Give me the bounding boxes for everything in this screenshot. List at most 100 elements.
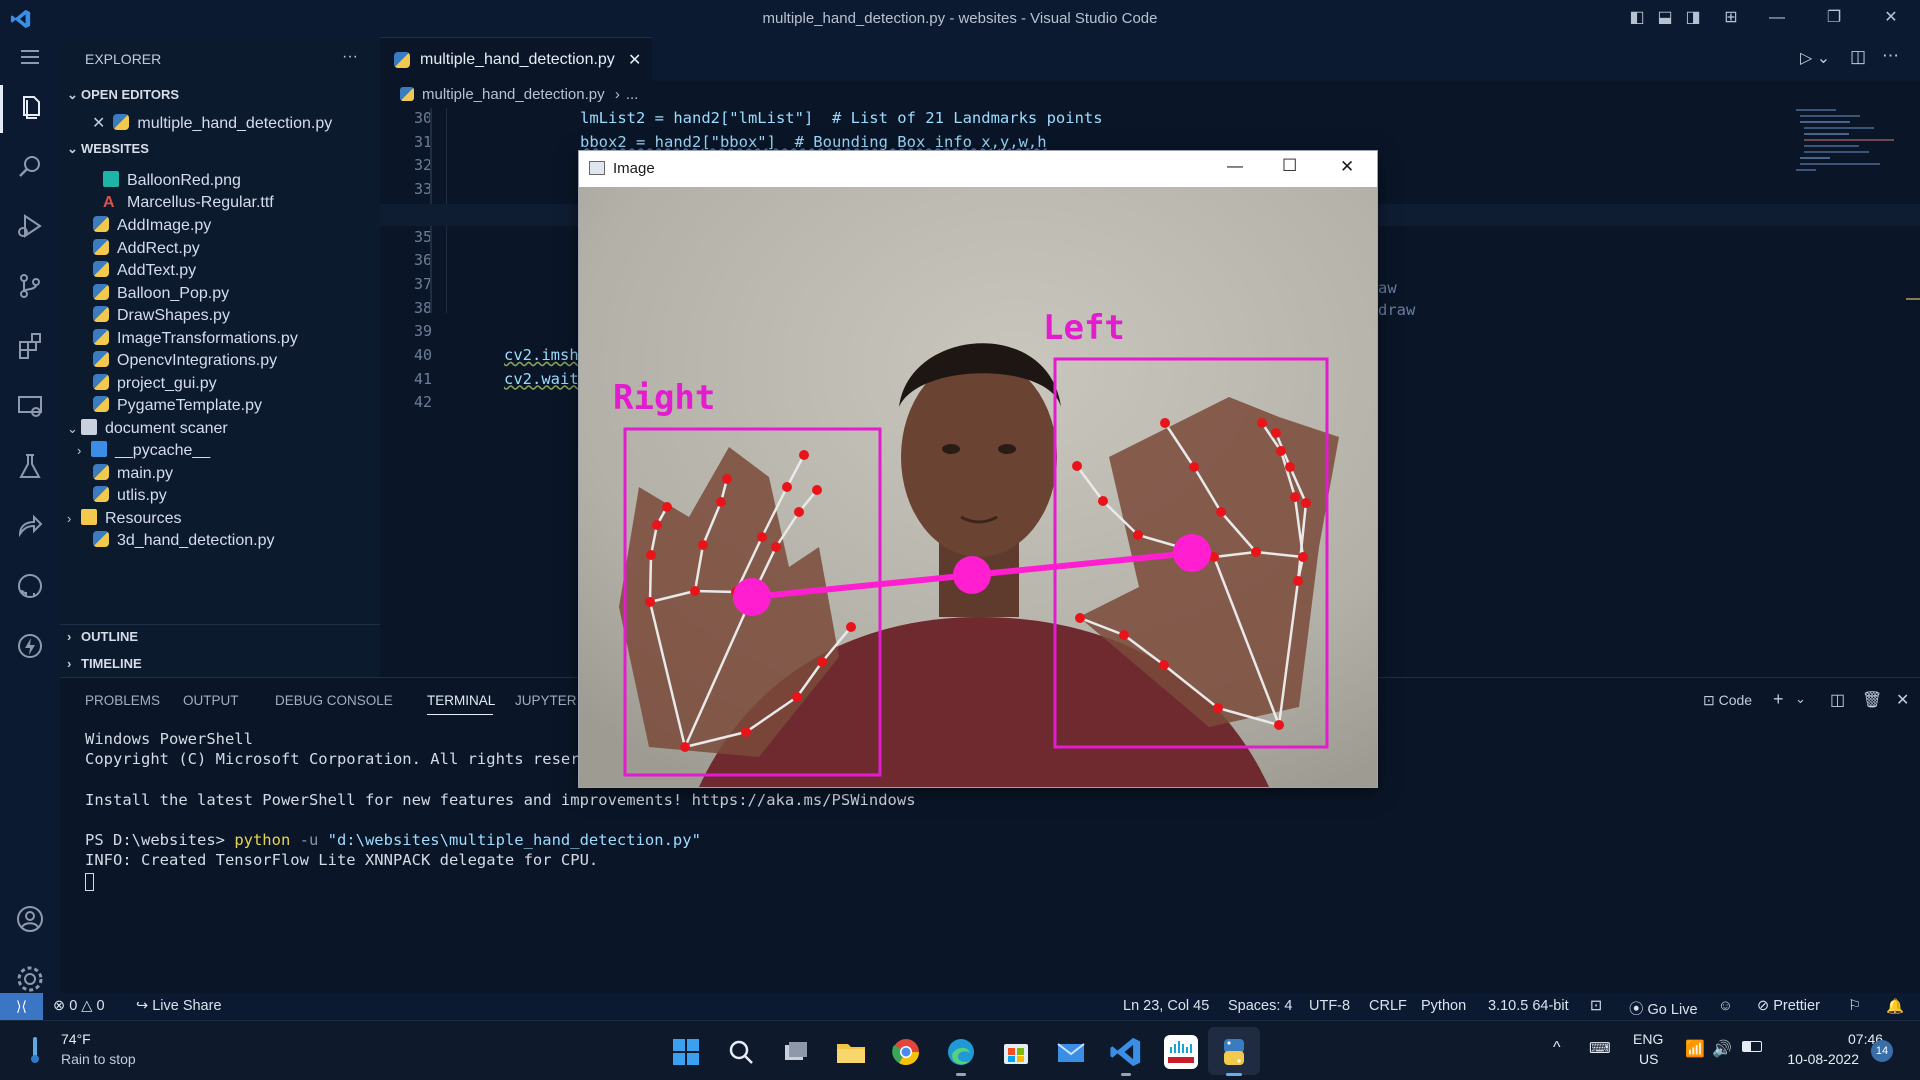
panel-tab[interactable]: DEBUG CONSOLE	[275, 693, 393, 708]
window-app-icon	[589, 161, 605, 175]
image-window[interactable]: Image — ☐ ✕ Right Left	[578, 150, 1378, 788]
right-hand-landmark	[698, 540, 708, 550]
new-terminal-icon[interactable]: +	[1773, 689, 1784, 710]
extensions-icon[interactable]	[14, 330, 46, 362]
accounts-icon[interactable]	[14, 903, 46, 935]
run-python-icon[interactable]: ▷ ⌄	[1800, 48, 1830, 68]
open-editor-item[interactable]: ✕ multiple_hand_detection.py	[92, 113, 332, 140]
source-control-icon[interactable]	[14, 270, 46, 302]
close-icon[interactable]: ✕	[92, 115, 105, 132]
notification-badge[interactable]: 14	[1871, 1040, 1893, 1062]
testing-icon[interactable]	[14, 450, 46, 482]
terminal-shell-selector[interactable]: ⊡ Code	[1703, 692, 1752, 709]
lightning-icon[interactable]	[14, 630, 46, 662]
edge-icon[interactable]	[944, 1035, 978, 1069]
code-line: cv2.imsh	[504, 346, 579, 364]
mail-icon[interactable]	[1054, 1035, 1088, 1069]
live-share-status[interactable]: ↪ Live Share	[136, 998, 222, 1014]
customize-layout-icon[interactable]: ⊞	[1722, 9, 1740, 27]
close-icon[interactable]: ✕	[1340, 157, 1354, 177]
minimize-icon[interactable]: —	[1227, 158, 1243, 176]
copilot-icon[interactable]: ☺	[1718, 998, 1733, 1014]
cursor-position[interactable]: Ln 23, Col 45	[1123, 998, 1209, 1014]
store-icon[interactable]	[999, 1035, 1033, 1069]
search-icon[interactable]	[724, 1035, 758, 1069]
language-mode[interactable]: Python	[1421, 998, 1466, 1014]
panel-tab[interactable]: OUTPUT	[183, 693, 239, 708]
panel-tab[interactable]: TERMINAL	[427, 693, 495, 708]
open-editors-section[interactable]: ⌄ OPEN EDITORS	[67, 87, 179, 103]
search-icon[interactable]	[14, 151, 46, 183]
toggle-sidebar-icon[interactable]: ◧	[1628, 9, 1646, 27]
remote-explorer-icon[interactable]	[14, 390, 46, 422]
tab-multiple-hand-detection[interactable]: multiple_hand_detection.py ✕	[380, 37, 652, 81]
chevron-up-icon[interactable]: ^	[1553, 1039, 1561, 1057]
menu-icon[interactable]	[14, 41, 46, 73]
panel-tab[interactable]: PROBLEMS	[85, 693, 160, 708]
toggle-panel-icon[interactable]: ⬓	[1656, 9, 1674, 27]
go-live-button[interactable]: ⦿ Go Live	[1629, 998, 1698, 1019]
file-explorer-icon[interactable]	[834, 1035, 868, 1069]
run-debug-icon[interactable]	[14, 210, 46, 242]
feedback-icon[interactable]: ⚐	[1848, 998, 1861, 1014]
language-bottom[interactable]: US	[1639, 1051, 1658, 1067]
breadcrumb[interactable]: multiple_hand_detection.py ›...	[400, 86, 638, 103]
chrome-icon[interactable]	[889, 1035, 923, 1069]
remote-indicator[interactable]: ⟩⟨	[0, 993, 43, 1020]
encoding[interactable]: UTF-8	[1309, 998, 1350, 1014]
label-left-hand: Left	[1043, 308, 1125, 348]
maximize-icon[interactable]: ☐	[1282, 156, 1297, 176]
explorer-more-icon[interactable]: ···	[342, 48, 358, 66]
close-window-icon[interactable]: ✕	[1882, 9, 1900, 27]
left-hand-landmark	[1189, 462, 1199, 472]
timeline-section[interactable]: › TIMELINE	[67, 656, 142, 671]
minimap[interactable]	[1790, 107, 1900, 187]
line-number: 41	[413, 369, 432, 388]
chevron-right-icon: ›	[67, 656, 72, 671]
vscode-taskbar-icon[interactable]	[1109, 1035, 1143, 1069]
python-app-icon[interactable]	[1217, 1035, 1251, 1069]
minimize-icon[interactable]: —	[1768, 9, 1786, 27]
problems-indicator[interactable]: ⊗ 0 △ 0	[53, 998, 105, 1014]
chevron-down-icon[interactable]: ⌄	[1795, 691, 1806, 707]
battery-icon[interactable]	[1742, 1041, 1762, 1052]
python-interpreter[interactable]: 3.10.5 64-bit	[1488, 998, 1569, 1014]
restore-icon[interactable]: ❐	[1825, 9, 1843, 27]
clock-date[interactable]: 10-08-2022	[1784, 1051, 1859, 1067]
volume-icon[interactable]: 🔊	[1712, 1039, 1732, 1059]
kill-terminal-icon[interactable]: 🗑	[1862, 690, 1882, 710]
more-actions-icon[interactable]: ⋯	[1882, 46, 1899, 66]
settings-gear-icon[interactable]	[14, 963, 46, 995]
panel-tab[interactable]: JUPYTER	[515, 693, 577, 708]
workspace-section[interactable]: ⌄ WEBSITES	[67, 141, 149, 157]
close-panel-icon[interactable]: ✕	[1896, 690, 1909, 710]
language-top[interactable]: ENG	[1633, 1031, 1663, 1047]
task-view-icon[interactable]	[779, 1035, 813, 1069]
notifications-bell-icon[interactable]: 🔔	[1886, 998, 1904, 1015]
prettier-status[interactable]: ⊘ Prettier	[1757, 998, 1820, 1014]
left-hand-landmark	[1290, 492, 1300, 502]
indentation[interactable]: Spaces: 4	[1228, 998, 1293, 1014]
weather-description[interactable]: Rain to stop	[61, 1051, 136, 1067]
weather-temp[interactable]: 74°F	[61, 1031, 91, 1047]
start-button-icon[interactable]	[669, 1035, 703, 1069]
cisco-webex-icon[interactable]	[1164, 1035, 1198, 1069]
python-file-icon	[394, 52, 410, 68]
terminal-icon[interactable]: ⊡	[1590, 998, 1602, 1014]
toggle-secondary-sidebar-icon[interactable]: ◨	[1684, 9, 1702, 27]
split-terminal-icon[interactable]: ◫	[1830, 690, 1845, 710]
python-file-icon	[93, 351, 109, 367]
close-tab-icon[interactable]: ✕	[628, 50, 641, 70]
github-icon[interactable]	[14, 570, 46, 602]
explorer-icon[interactable]	[14, 91, 46, 123]
left-hand-landmark	[1298, 552, 1308, 562]
image-window-titlebar[interactable]: Image — ☐ ✕	[579, 151, 1377, 187]
image-file-icon	[103, 171, 119, 187]
line-endings[interactable]: CRLF	[1369, 998, 1407, 1014]
keyboard-icon[interactable]: ⌨	[1589, 1039, 1611, 1057]
outline-section[interactable]: › OUTLINE	[67, 629, 138, 644]
live-share-icon[interactable]	[14, 510, 46, 542]
wifi-icon[interactable]: 📶	[1685, 1039, 1705, 1059]
tree-item[interactable]: 3d_hand_detection.py	[93, 531, 274, 558]
split-editor-icon[interactable]: ◫	[1850, 47, 1866, 67]
